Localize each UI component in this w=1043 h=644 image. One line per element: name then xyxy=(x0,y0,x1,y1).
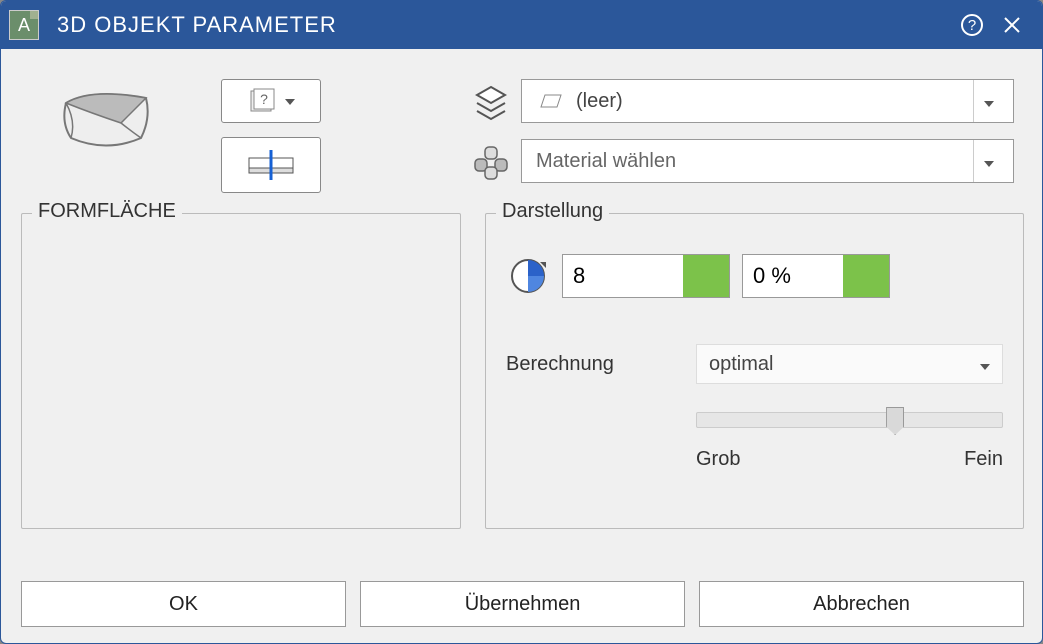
dropdowns: (leer) Material wählen xyxy=(521,79,1024,183)
chevron-down-icon xyxy=(980,353,990,376)
surface-preview-icon xyxy=(51,83,171,163)
display-color-2-swatch[interactable] xyxy=(843,255,889,297)
chevron-down-icon xyxy=(973,80,1003,122)
object-preview xyxy=(21,79,221,168)
detail-slider-labels: Grob Fein xyxy=(696,448,1003,471)
mid-row: FORMFLÄCHE Darstellung xyxy=(21,213,1024,563)
window-title: 3D OBJEKT PARAMETER xyxy=(57,12,952,38)
dialog-window: A 3D OBJEKT PARAMETER ? xyxy=(0,0,1043,644)
category-icons xyxy=(461,79,521,183)
layer-glyph-icon xyxy=(536,91,566,111)
chevron-down-icon xyxy=(973,140,1003,182)
reference-plane-icon xyxy=(241,148,301,182)
material-dropdown-label: Material wählen xyxy=(536,150,967,173)
detail-slider-thumb[interactable] xyxy=(886,407,904,435)
cancel-button[interactable]: Abbrechen xyxy=(699,581,1024,627)
library-picker-button[interactable]: ? xyxy=(221,79,321,123)
svg-text:?: ? xyxy=(968,17,976,34)
calculation-label: Berechnung xyxy=(506,353,676,376)
dialog-buttons: OK Übernehmen Abbrechen xyxy=(21,581,1024,627)
material-icon xyxy=(471,143,511,183)
help-icon[interactable]: ? xyxy=(952,5,992,45)
library-icon: ? xyxy=(247,87,275,115)
display-color-1-swatch[interactable] xyxy=(683,255,729,297)
group-formflaeche: FORMFLÄCHE xyxy=(21,213,461,529)
top-row: ? xyxy=(21,79,1024,209)
calculation-select-value: optimal xyxy=(709,353,980,376)
layer-dropdown[interactable]: (leer) xyxy=(521,79,1014,123)
svg-text:?: ? xyxy=(260,91,268,107)
material-dropdown[interactable]: Material wählen xyxy=(521,139,1014,183)
apply-button[interactable]: Übernehmen xyxy=(360,581,685,627)
app-icon: A xyxy=(9,10,39,40)
close-icon[interactable] xyxy=(992,5,1032,45)
detail-slider: Grob Fein xyxy=(696,412,1003,471)
display-value-1-input[interactable] xyxy=(563,255,683,297)
slider-min-label: Grob xyxy=(696,448,740,471)
group-formflaeche-title: FORMFLÄCHE xyxy=(32,200,182,223)
color-mode-icon[interactable] xyxy=(506,254,550,298)
titlebar: A 3D OBJEKT PARAMETER ? xyxy=(1,1,1042,49)
detail-slider-track[interactable] xyxy=(696,412,1003,428)
layer-dropdown-label: (leer) xyxy=(576,90,967,113)
calculation-select[interactable]: optimal xyxy=(696,344,1003,384)
layers-icon xyxy=(471,83,511,123)
group-darstellung: Darstellung xyxy=(485,213,1024,529)
group-darstellung-title: Darstellung xyxy=(496,200,609,223)
reference-plane-button[interactable] xyxy=(221,137,321,193)
calculation-row: Berechnung optimal xyxy=(506,344,1003,384)
tool-column: ? xyxy=(221,79,341,193)
slider-max-label: Fein xyxy=(964,448,1003,471)
dialog-body: ? xyxy=(1,49,1042,643)
display-value-2-input[interactable] xyxy=(743,255,843,297)
display-value-1 xyxy=(562,254,730,298)
ok-button[interactable]: OK xyxy=(21,581,346,627)
display-value-2 xyxy=(742,254,890,298)
chevron-down-icon xyxy=(285,92,295,110)
display-values-row xyxy=(506,254,1003,298)
